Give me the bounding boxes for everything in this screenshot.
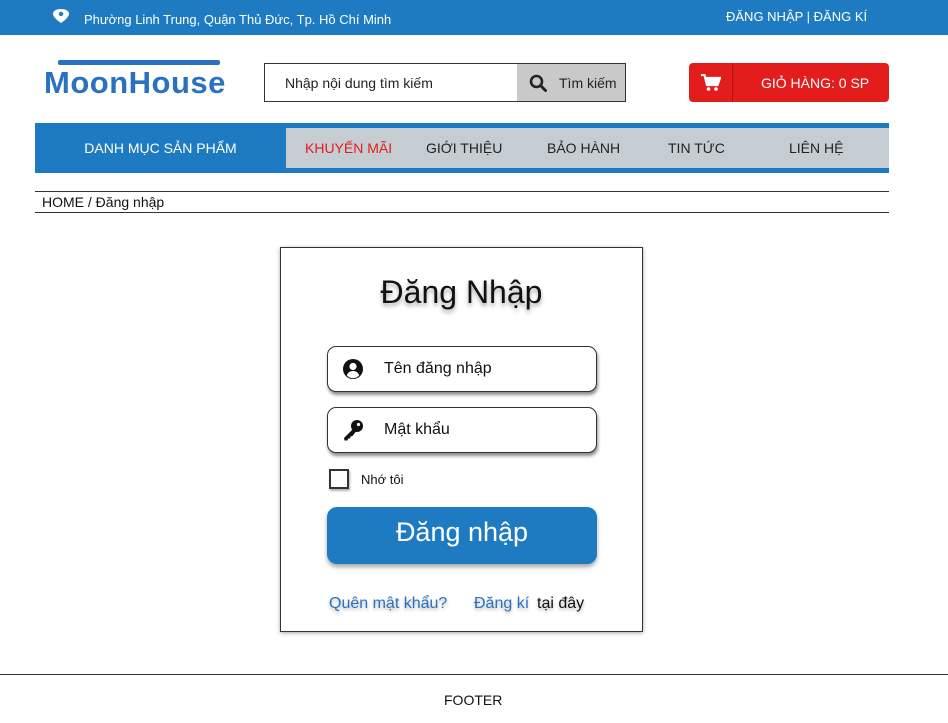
password-placeholder: Mật khẩu bbox=[384, 421, 450, 438]
location-pin-icon bbox=[53, 9, 69, 23]
logo-text: MoonHouse bbox=[44, 65, 226, 100]
store-address: Phường Linh Trung, Quận Thủ Đức, Tp. Hồ … bbox=[84, 12, 392, 27]
remember-label: Nhớ tôi bbox=[361, 471, 404, 487]
breadcrumb: HOME / Đăng nhập bbox=[35, 191, 889, 213]
top-bar: Phường Linh Trung, Quận Thủ Đức, Tp. Hồ … bbox=[0, 0, 948, 35]
key-icon bbox=[344, 420, 363, 441]
footer-label: FOOTER bbox=[444, 692, 503, 708]
auth-separator: | bbox=[803, 9, 814, 24]
forgot-password-link[interactable]: Quên mật khẩu? bbox=[329, 595, 447, 613]
login-link[interactable]: ĐĂNG NHẬP bbox=[726, 9, 803, 24]
main-nav: DANH MỤC SẢN PHẨM KHUYẾN MÃI GIỚI THIỆU … bbox=[35, 123, 889, 173]
login-links: Quên mật khẩu? Đăng kí tại đây bbox=[329, 595, 629, 617]
cart-label: GIỎ HÀNG: 0 SP bbox=[761, 74, 870, 91]
password-field[interactable]: Mật khẩu bbox=[327, 407, 597, 453]
username-field[interactable]: Tên đăng nhập bbox=[327, 346, 597, 392]
username-placeholder: Tên đăng nhập bbox=[384, 360, 492, 377]
register-suffix: tại đây bbox=[537, 595, 585, 612]
nav-item-lien-he[interactable]: LIÊN HỆ bbox=[789, 128, 843, 168]
user-icon bbox=[343, 359, 363, 379]
search-button-label: Tìm kiếm bbox=[559, 74, 617, 91]
search-button[interactable]: Tìm kiếm bbox=[517, 64, 625, 101]
nav-item-bao-hanh[interactable]: BẢO HÀNH bbox=[547, 128, 620, 168]
register-link[interactable]: ĐĂNG KÍ bbox=[814, 9, 867, 24]
shopping-cart-icon bbox=[700, 73, 721, 91]
cart-icon-wrap bbox=[689, 63, 733, 102]
product-category-menu[interactable]: DANH MỤC SẢN PHẨM bbox=[35, 123, 286, 173]
footer: FOOTER bbox=[0, 674, 948, 723]
login-panel: Đăng Nhập Tên đăng nhập Mật khẩu Nhớ tôi… bbox=[280, 247, 643, 632]
site-logo[interactable]: MoonHouse bbox=[44, 58, 236, 102]
login-title: Đăng Nhập bbox=[380, 274, 543, 310]
auth-links: ĐĂNG NHẬP | ĐĂNG KÍ bbox=[726, 9, 867, 24]
search-input[interactable] bbox=[265, 64, 517, 101]
nav-item-tin-tuc[interactable]: TIN TỨC bbox=[668, 128, 725, 168]
nav-item-gioi-thieu[interactable]: GIỚI THIỆU bbox=[426, 128, 502, 168]
remember-checkbox[interactable] bbox=[329, 469, 349, 489]
search-icon bbox=[529, 74, 547, 92]
nav-menu: KHUYẾN MÃI GIỚI THIỆU BẢO HÀNH TIN TỨC L… bbox=[286, 128, 889, 168]
cart-button[interactable]: GIỎ HÀNG: 0 SP bbox=[689, 63, 889, 102]
remember-me[interactable]: Nhớ tôi bbox=[329, 468, 404, 490]
register-here-link[interactable]: Đăng kí bbox=[474, 595, 529, 613]
login-submit-button[interactable]: Đăng nhập bbox=[327, 507, 597, 564]
search-bar: Tìm kiếm bbox=[264, 63, 626, 102]
nav-item-khuyen-mai[interactable]: KHUYẾN MÃI bbox=[305, 128, 392, 168]
